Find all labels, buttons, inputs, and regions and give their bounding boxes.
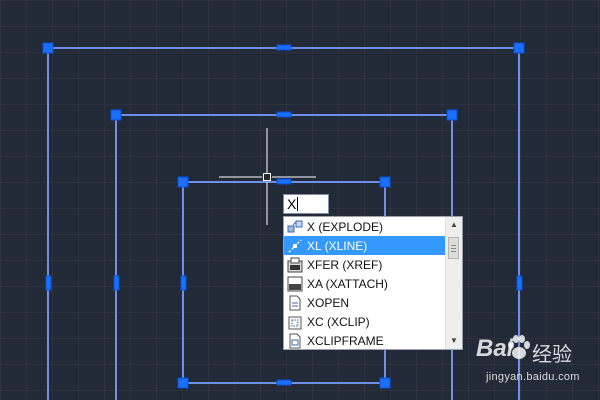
grip-midpoint[interactable] [180,275,187,291]
autocomplete-item-label: XOPEN [307,295,350,310]
grip-midpoint[interactable] [276,111,292,118]
watermark: Bai 经验 jingyan.baidu.com [476,333,596,391]
grip-midpoint[interactable] [276,379,292,386]
scroll-up-arrow-icon[interactable]: ▲ [446,217,462,233]
command-text: X [287,196,297,212]
drawing-canvas[interactable]: X X (EXPLODE) XL (XLINE) XFER (XREF) XA … [0,0,600,400]
autocomplete-item-xref[interactable]: XFER (XREF) [284,255,447,274]
autocomplete-item-label: XC (XCLIP) [307,314,370,329]
autocomplete-item-label: XL (XLINE) [307,238,368,253]
autocomplete-item-label: XA (XATTACH) [307,276,388,291]
grip-square[interactable] [513,42,525,54]
autocomplete-item-label: XFER (XREF) [307,257,383,272]
xline-icon [288,238,302,253]
autocomplete-item-label: XCLIPFRAME [307,333,384,348]
autocomplete-item-xattach[interactable]: XA (XATTACH) [284,274,447,293]
scroll-down-arrow-icon[interactable]: ▼ [446,333,462,349]
xclipframe-icon [289,333,301,348]
dynamic-input-field[interactable]: X [283,194,329,214]
grip-midpoint[interactable] [276,44,292,51]
xopen-icon [289,295,301,310]
grip-square[interactable] [379,176,391,188]
autocomplete-item-xclipframe[interactable]: XCLIPFRAME [284,331,447,349]
grip-square[interactable] [177,377,189,389]
grip-square[interactable] [177,176,189,188]
autocomplete-scrollbar[interactable]: ▲ ▼ [445,217,462,349]
autocomplete-item-xclip[interactable]: XC (XCLIP) [284,312,447,331]
autocomplete-item-xopen[interactable]: XOPEN [284,293,447,312]
grip-square[interactable] [446,109,458,121]
scrollbar-thumb[interactable] [448,237,459,259]
xref-icon [287,257,303,272]
command-autocomplete-list[interactable]: X (EXPLODE) XL (XLINE) XFER (XREF) XA (X… [283,216,463,350]
grip-midpoint[interactable] [516,275,523,291]
autocomplete-item-label: X (EXPLODE) [307,219,384,234]
xattach-icon [287,276,303,291]
grip-square[interactable] [379,377,391,389]
grip-square[interactable] [110,109,122,121]
autocomplete-item-xline[interactable]: XL (XLINE) [284,236,447,255]
grip-square[interactable] [42,42,54,54]
grip-midpoint[interactable] [45,275,52,291]
autocomplete-item-explode[interactable]: X (EXPLODE) [284,217,447,236]
watermark-brand-suffix: 经验 [532,344,572,366]
grip-midpoint[interactable] [276,178,292,185]
paw-icon [508,335,530,359]
xclip-icon [288,316,302,329]
watermark-url: jingyan.baidu.com [486,371,580,383]
explode-icon [287,220,303,232]
grip-midpoint[interactable] [113,275,120,291]
text-caret [297,197,299,211]
autocomplete-items: X (EXPLODE) XL (XLINE) XFER (XREF) XA (X… [284,217,447,349]
